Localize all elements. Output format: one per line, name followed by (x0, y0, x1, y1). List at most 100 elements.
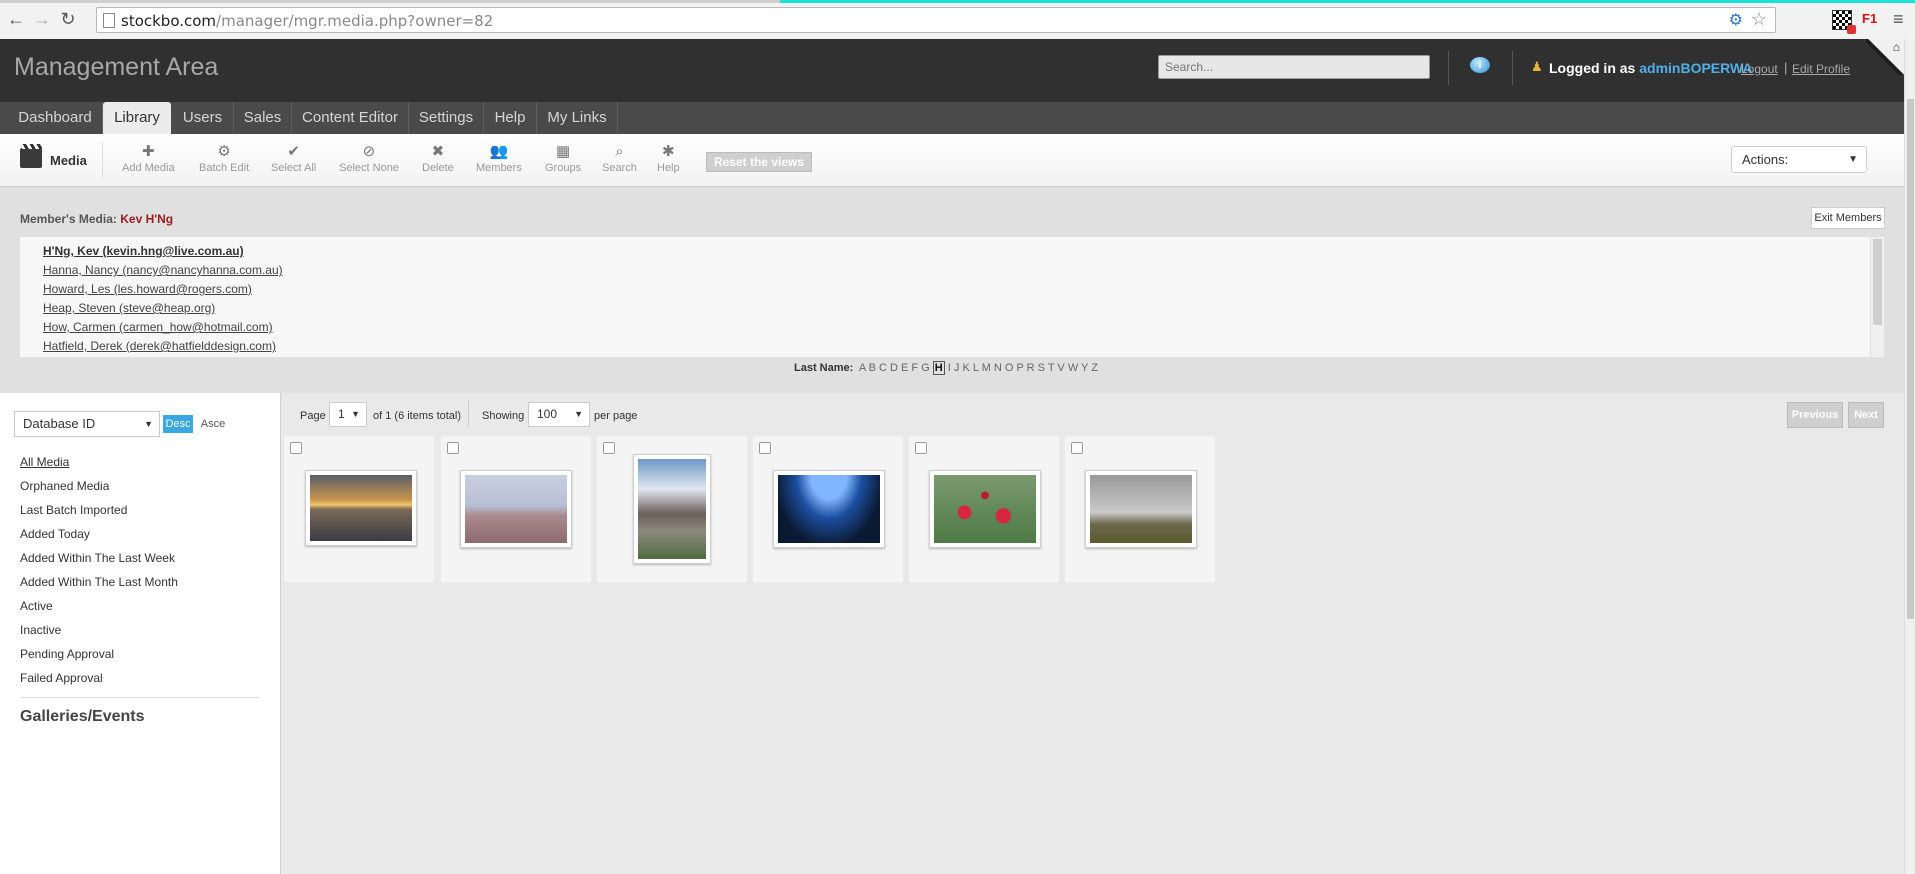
filter-failed-approval[interactable]: Failed Approval (20, 671, 103, 685)
reset-views-button[interactable]: Reset the views (706, 152, 812, 172)
search-input[interactable] (1158, 55, 1430, 79)
tab-library[interactable]: Library (103, 102, 171, 136)
add-media-button[interactable]: ✚ Add Media (122, 142, 175, 174)
tab-help[interactable]: Help (484, 102, 537, 134)
tab-settings[interactable]: Settings (409, 102, 484, 134)
filter-sidebar: Database ID ▼ Desc Asce All Media Orphane… (0, 393, 281, 874)
filter-pending-approval[interactable]: Pending Approval (20, 647, 114, 661)
tab-my-links[interactable]: My Links (537, 102, 618, 134)
sort-desc-button[interactable]: Desc (163, 415, 193, 433)
select-checkbox[interactable] (603, 442, 615, 454)
filter-all-media[interactable]: All Media (20, 455, 69, 469)
search-button[interactable]: ⌕ Search (602, 142, 637, 174)
section-label: Media (50, 153, 87, 168)
current-letter[interactable]: H (932, 361, 945, 375)
tab-sales[interactable]: Sales (234, 102, 292, 134)
select-checkbox[interactable] (447, 442, 459, 454)
filter-inactive[interactable]: Inactive (20, 623, 61, 637)
groups-button[interactable]: ▦ Groups (545, 142, 581, 174)
sort-select[interactable]: Database ID ▼ (14, 411, 160, 437)
page-label: Page (300, 410, 326, 422)
forward-icon[interactable]: → (32, 9, 52, 29)
link-separator: | (1784, 60, 1788, 75)
showing-label: Showing (482, 410, 525, 422)
media-thumbnail[interactable] (1085, 470, 1197, 548)
actions-select[interactable]: Actions: ▼ (1731, 146, 1867, 173)
main-nav: Dashboard Library Users Sales Content Ed… (0, 102, 1904, 136)
member-item[interactable]: Howard, Les (les.howard@rogers.com) (43, 282, 252, 296)
next-button[interactable]: Next (1848, 402, 1884, 428)
f1-extension-icon[interactable]: F1 (1862, 11, 1877, 26)
media-grid-area: Page 1 ▼ of 1 (6 items total) Showing 100… (281, 393, 1904, 874)
app-title: Management Area (14, 53, 219, 81)
reload-icon[interactable]: ↻ (58, 9, 78, 29)
filter-last-batch[interactable]: Last Batch Imported (20, 503, 127, 517)
browser-chrome: ← → ↻ stockbo.com/manager/mgr.media.php?… (0, 0, 1915, 40)
select-none-button[interactable]: ⊘ Select None (339, 142, 399, 174)
home-corner[interactable]: ⌂ (1866, 39, 1904, 75)
media-thumbnail[interactable] (305, 470, 417, 546)
exit-members-button[interactable]: Exit Members (1811, 207, 1885, 229)
media-thumbnail[interactable] (633, 454, 711, 564)
member-item[interactable]: H'Ng, Kev (kevin.hng@live.com.au) (43, 244, 244, 258)
member-panel: Member's Media: Kev H'Ng Exit Members H'… (0, 187, 1904, 393)
translate-icon[interactable]: ⚙ (1729, 10, 1743, 30)
page-select[interactable]: 1 ▼ (329, 402, 367, 427)
select-checkbox[interactable] (915, 442, 927, 454)
sort-asce-button[interactable]: Asce (198, 415, 228, 433)
select-checkbox[interactable] (1071, 442, 1083, 454)
member-name: Kev H'Ng (120, 212, 174, 226)
checkered-extension-icon[interactable] (1832, 10, 1856, 34)
media-card[interactable] (753, 436, 903, 582)
page-scrollbar[interactable] (1904, 39, 1915, 874)
address-bar[interactable]: stockbo.com/manager/mgr.media.php?owner=… (96, 7, 1776, 33)
divider (20, 697, 260, 698)
member-item[interactable]: Hanna, Nancy (nancy@nancyhanna.com.au) (43, 263, 283, 277)
filter-last-week[interactable]: Added Within The Last Week (20, 551, 175, 565)
clapperboard-icon (20, 144, 42, 168)
media-card[interactable] (1065, 436, 1215, 582)
page-total: of 1 (6 items total) (373, 410, 462, 422)
letters-before[interactable]: A B C D E F G (859, 362, 930, 374)
filter-added-today[interactable]: Added Today (20, 527, 90, 541)
member-heading: Member's Media: Kev H'Ng (20, 212, 174, 226)
media-card[interactable] (909, 436, 1059, 582)
tab-content-editor[interactable]: Content Editor (292, 102, 409, 134)
tab-users[interactable]: Users (172, 102, 234, 134)
media-thumbnail[interactable] (929, 470, 1041, 548)
member-item[interactable]: How, Carmen (carmen_how@hotmail.com) (43, 320, 273, 334)
info-bubble-icon[interactable]: i (1470, 57, 1490, 73)
help-button[interactable]: ✱ Help (657, 142, 680, 174)
logout-link[interactable]: Logout (1741, 62, 1778, 76)
back-icon[interactable]: ← (6, 9, 26, 29)
dropdown-caret-icon: ▼ (1848, 154, 1858, 165)
media-thumbnail[interactable] (460, 470, 572, 548)
select-checkbox[interactable] (759, 442, 771, 454)
members-button[interactable]: 👥 Members (476, 142, 522, 174)
delete-button[interactable]: ✖ Delete (422, 142, 454, 174)
member-item[interactable]: Hatfield, Derek (derek@hatfielddesign.co… (43, 339, 276, 353)
per-page-select[interactable]: 100 ▼ (528, 402, 590, 427)
delete-icon: ✖ (431, 143, 445, 160)
divider (468, 401, 469, 427)
browser-menu-icon[interactable]: ≡ (1893, 9, 1904, 30)
bookmark-star-icon[interactable]: ☆ (1751, 9, 1767, 30)
media-card[interactable] (284, 436, 434, 582)
member-list: H'Ng, Kev (kevin.hng@live.com.au) Hanna,… (20, 237, 1870, 357)
member-list-scrollbar[interactable] (1871, 237, 1884, 357)
media-card[interactable] (597, 436, 747, 582)
filter-orphaned-media[interactable]: Orphaned Media (20, 479, 109, 493)
select-checkbox[interactable] (290, 442, 302, 454)
dropdown-caret-icon: ▼ (574, 409, 583, 419)
batch-edit-button[interactable]: ⚙ Batch Edit (199, 142, 249, 174)
previous-button[interactable]: Previous (1787, 402, 1843, 428)
letters-after[interactable]: I J K L M N O P R S T V W Y Z (948, 362, 1098, 374)
filter-last-month[interactable]: Added Within The Last Month (20, 575, 178, 589)
media-thumbnail[interactable] (773, 470, 885, 548)
media-card[interactable] (441, 436, 591, 582)
edit-profile-link[interactable]: Edit Profile (1792, 62, 1850, 76)
member-item[interactable]: Heap, Steven (steve@heap.org) (43, 301, 215, 315)
tab-dashboard[interactable]: Dashboard (8, 102, 103, 134)
filter-active[interactable]: Active (20, 599, 53, 613)
select-all-button[interactable]: ✔ Select All (271, 142, 316, 174)
